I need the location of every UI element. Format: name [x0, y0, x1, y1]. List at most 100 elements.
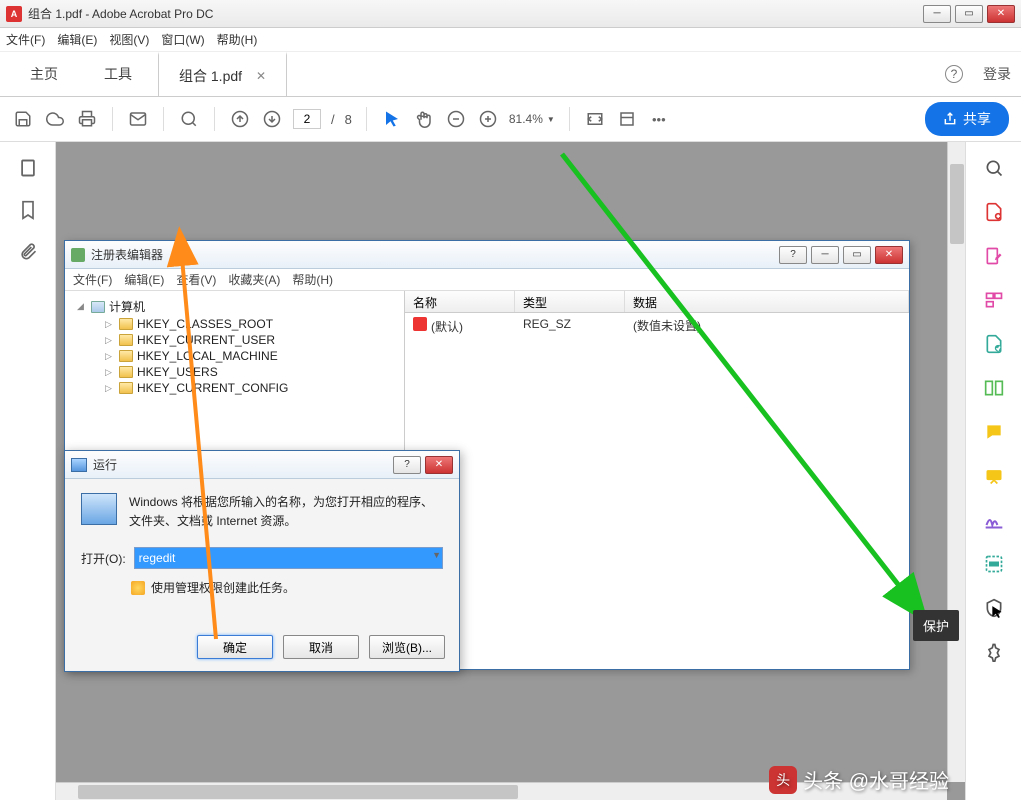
- zoom-in-icon[interactable]: [477, 108, 499, 130]
- next-page-icon[interactable]: [261, 108, 283, 130]
- regedit-menu-file[interactable]: 文件(F): [73, 271, 112, 288]
- tree-hku[interactable]: ▷HKEY_USERS: [69, 364, 400, 380]
- admin-note: 使用管理权限创建此任务。: [151, 579, 295, 596]
- tree-hklm[interactable]: ▷HKEY_LOCAL_MACHINE: [69, 348, 400, 364]
- app-menubar: 文件(F) 编辑(E) 视图(V) 窗口(W) 帮助(H): [0, 28, 1021, 52]
- attachment-icon[interactable]: [18, 242, 38, 262]
- signin-link[interactable]: 登录: [983, 64, 1011, 84]
- share-button[interactable]: 共享: [925, 102, 1009, 136]
- menu-help[interactable]: 帮助(H): [217, 31, 258, 48]
- prev-page-icon[interactable]: [229, 108, 251, 130]
- edit-pdf-icon[interactable]: [982, 244, 1006, 268]
- regedit-close-button[interactable]: ✕: [875, 246, 903, 264]
- protect-tooltip: 保护: [913, 610, 959, 641]
- search-tool-icon[interactable]: [982, 156, 1006, 180]
- run-title: 运行: [93, 456, 117, 473]
- redact-icon[interactable]: [982, 552, 1006, 576]
- organize-icon[interactable]: [982, 288, 1006, 312]
- create-pdf-icon[interactable]: [982, 200, 1006, 224]
- search-icon[interactable]: [178, 108, 200, 130]
- maximize-button[interactable]: ▭: [955, 5, 983, 23]
- list-header: 名称 类型 数据: [405, 291, 909, 313]
- protect-icon[interactable]: [982, 596, 1006, 620]
- speech-icon[interactable]: [982, 464, 1006, 488]
- tab-tools[interactable]: 工具: [84, 52, 152, 96]
- run-dialog: 运行 ? ✕ Windows 将根据您所输入的名称，为您打开相应的程序、文件夹、…: [64, 450, 460, 672]
- string-value-icon: [413, 317, 427, 331]
- cloud-icon[interactable]: [44, 108, 66, 130]
- window-title: 组合 1.pdf - Adobe Acrobat Pro DC: [28, 5, 213, 22]
- tree-hkcr[interactable]: ▷HKEY_CLASSES_ROOT: [69, 316, 400, 332]
- ok-button[interactable]: 确定: [197, 635, 273, 659]
- watermark: 头 头条 @水哥经验: [769, 765, 949, 794]
- hand-tool-icon[interactable]: [413, 108, 435, 130]
- left-sidebar: [0, 142, 56, 800]
- close-button[interactable]: ✕: [987, 5, 1015, 23]
- open-input[interactable]: [134, 547, 443, 569]
- tree-hkcc[interactable]: ▷HKEY_CURRENT_CONFIG: [69, 380, 400, 396]
- menu-window[interactable]: 窗口(W): [161, 31, 204, 48]
- dropdown-icon[interactable]: ▼: [432, 550, 441, 560]
- menu-view[interactable]: 视图(V): [109, 31, 149, 48]
- col-type[interactable]: 类型: [515, 291, 625, 312]
- main-toolbar: / 8 81.4%▼ ••• 共享: [0, 97, 1021, 142]
- zoom-out-icon[interactable]: [445, 108, 467, 130]
- document-canvas[interactable]: 注册表编辑器 ? ─ ▭ ✕ 文件(F) 编辑(E) 查看(V) 收藏夹(A) …: [56, 142, 965, 800]
- sign-icon[interactable]: [982, 508, 1006, 532]
- run-help-button[interactable]: ?: [393, 456, 421, 474]
- thumbnails-icon[interactable]: [18, 158, 38, 178]
- watermark-icon: 头: [769, 766, 797, 794]
- select-tool-icon[interactable]: [381, 108, 403, 130]
- compare-icon[interactable]: [982, 376, 1006, 400]
- menu-file[interactable]: 文件(F): [6, 31, 45, 48]
- tree-hkcu[interactable]: ▷HKEY_CURRENT_USER: [69, 332, 400, 348]
- regedit-titlebar[interactable]: 注册表编辑器 ? ─ ▭ ✕: [65, 241, 909, 269]
- cancel-button[interactable]: 取消: [283, 635, 359, 659]
- browse-button[interactable]: 浏览(B)...: [369, 635, 445, 659]
- menu-edit[interactable]: 编辑(E): [57, 31, 97, 48]
- fit-width-icon[interactable]: [584, 108, 606, 130]
- comment-icon[interactable]: [982, 420, 1006, 444]
- shield-icon: [131, 581, 145, 595]
- regedit-minimize-button[interactable]: ─: [811, 246, 839, 264]
- regedit-help-button[interactable]: ?: [779, 246, 807, 264]
- run-description: Windows 将根据您所输入的名称，为您打开相应的程序、文件夹、文档或 Int…: [129, 493, 443, 531]
- page-number-input[interactable]: [293, 109, 321, 129]
- page-total: 8: [345, 112, 352, 127]
- bookmark-icon[interactable]: [18, 200, 38, 220]
- tab-close-icon[interactable]: ✕: [256, 69, 266, 83]
- more-tools-icon[interactable]: [982, 640, 1006, 664]
- print-icon[interactable]: [76, 108, 98, 130]
- right-tools-panel: [965, 142, 1021, 800]
- zoom-level[interactable]: 81.4%▼: [509, 112, 555, 126]
- col-name[interactable]: 名称: [405, 291, 515, 312]
- save-icon[interactable]: [12, 108, 34, 130]
- vertical-scrollbar[interactable]: [947, 142, 965, 782]
- export-pdf-icon[interactable]: [982, 332, 1006, 356]
- more-tools-icon[interactable]: •••: [648, 108, 670, 130]
- regedit-menu-edit[interactable]: 编辑(E): [124, 271, 164, 288]
- regedit-value-list[interactable]: 名称 类型 数据 (默认) REG_SZ (数值未设置): [405, 291, 909, 669]
- regedit-menu-help[interactable]: 帮助(H): [292, 271, 333, 288]
- regedit-menu-fav[interactable]: 收藏夹(A): [228, 271, 280, 288]
- main-area: 注册表编辑器 ? ─ ▭ ✕ 文件(F) 编辑(E) 查看(V) 收藏夹(A) …: [0, 142, 1021, 800]
- regedit-menu-view[interactable]: 查看(V): [176, 271, 216, 288]
- run-icon: [71, 458, 87, 472]
- page-sep: /: [331, 112, 335, 127]
- page-view-icon[interactable]: [616, 108, 638, 130]
- open-label: 打开(O):: [81, 550, 126, 567]
- regedit-maximize-button[interactable]: ▭: [843, 246, 871, 264]
- tab-home[interactable]: 主页: [10, 52, 78, 96]
- minimize-button[interactable]: ─: [923, 5, 951, 23]
- help-icon[interactable]: ?: [945, 65, 963, 83]
- mail-icon[interactable]: [127, 108, 149, 130]
- run-close-button[interactable]: ✕: [425, 456, 453, 474]
- tree-root[interactable]: ◢计算机: [69, 297, 400, 316]
- regedit-title: 注册表编辑器: [91, 246, 163, 263]
- col-data[interactable]: 数据: [625, 291, 909, 312]
- window-titlebar: A 组合 1.pdf - Adobe Acrobat Pro DC ─ ▭ ✕: [0, 0, 1021, 28]
- run-titlebar[interactable]: 运行 ? ✕: [65, 451, 459, 479]
- regedit-icon: [71, 248, 85, 262]
- tab-document[interactable]: 组合 1.pdf ✕: [158, 52, 287, 96]
- list-row[interactable]: (默认) REG_SZ (数值未设置): [405, 313, 909, 339]
